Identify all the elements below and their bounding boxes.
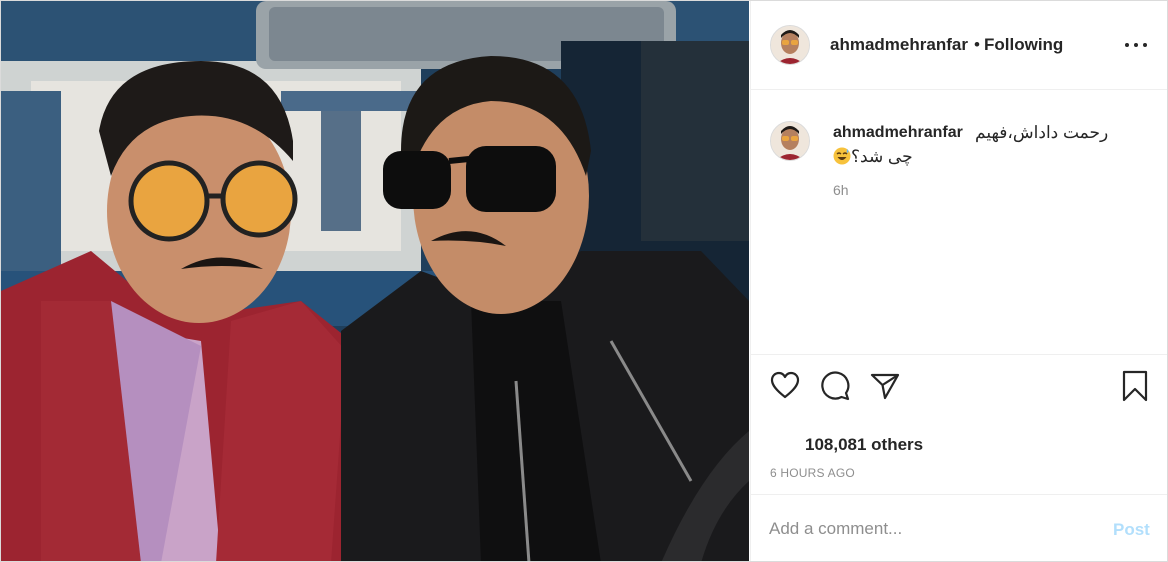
post-photo[interactable]	[1, 1, 749, 561]
caption-timestamp[interactable]: 6h	[833, 182, 849, 198]
caption-text-line2-text: چی شد؟	[851, 147, 913, 166]
more-options-icon[interactable]	[1123, 41, 1149, 51]
comment-bar: Post	[751, 494, 1167, 561]
share-icon[interactable]	[870, 372, 900, 400]
caption-avatar[interactable]	[770, 121, 810, 161]
avatar-image-icon	[771, 122, 809, 160]
avatar-image-icon	[771, 26, 809, 64]
comment-icon[interactable]	[820, 371, 850, 401]
header-separator: •	[974, 35, 980, 54]
comment-input[interactable]	[769, 517, 1089, 541]
header-username[interactable]: ahmadmehranfar	[830, 35, 968, 55]
heart-icon[interactable]	[770, 371, 800, 399]
post-header: ahmadmehranfar • Following	[751, 1, 1167, 90]
caption-text-line1: رحمت داداش،فهیم	[975, 123, 1109, 142]
post-side-panel: ahmadmehranfar • Following ahmadmehranfa…	[750, 1, 1167, 561]
caption-text-line2: چی شد؟	[833, 147, 913, 167]
sweat-smile-emoji-icon	[833, 147, 851, 165]
post-container: ahmadmehranfar • Following ahmadmehranfa…	[0, 0, 1168, 562]
bookmark-icon[interactable]	[1122, 370, 1148, 402]
post-comment-button[interactable]: Post	[1113, 520, 1150, 540]
caption-username[interactable]: ahmadmehranfar	[833, 124, 963, 142]
post-timestamp[interactable]: 6 HOURS AGO	[770, 466, 855, 480]
likes-count[interactable]: 108,081 others	[805, 435, 923, 455]
author-avatar[interactable]	[770, 25, 810, 65]
follow-status-button[interactable]: Following	[984, 35, 1063, 55]
